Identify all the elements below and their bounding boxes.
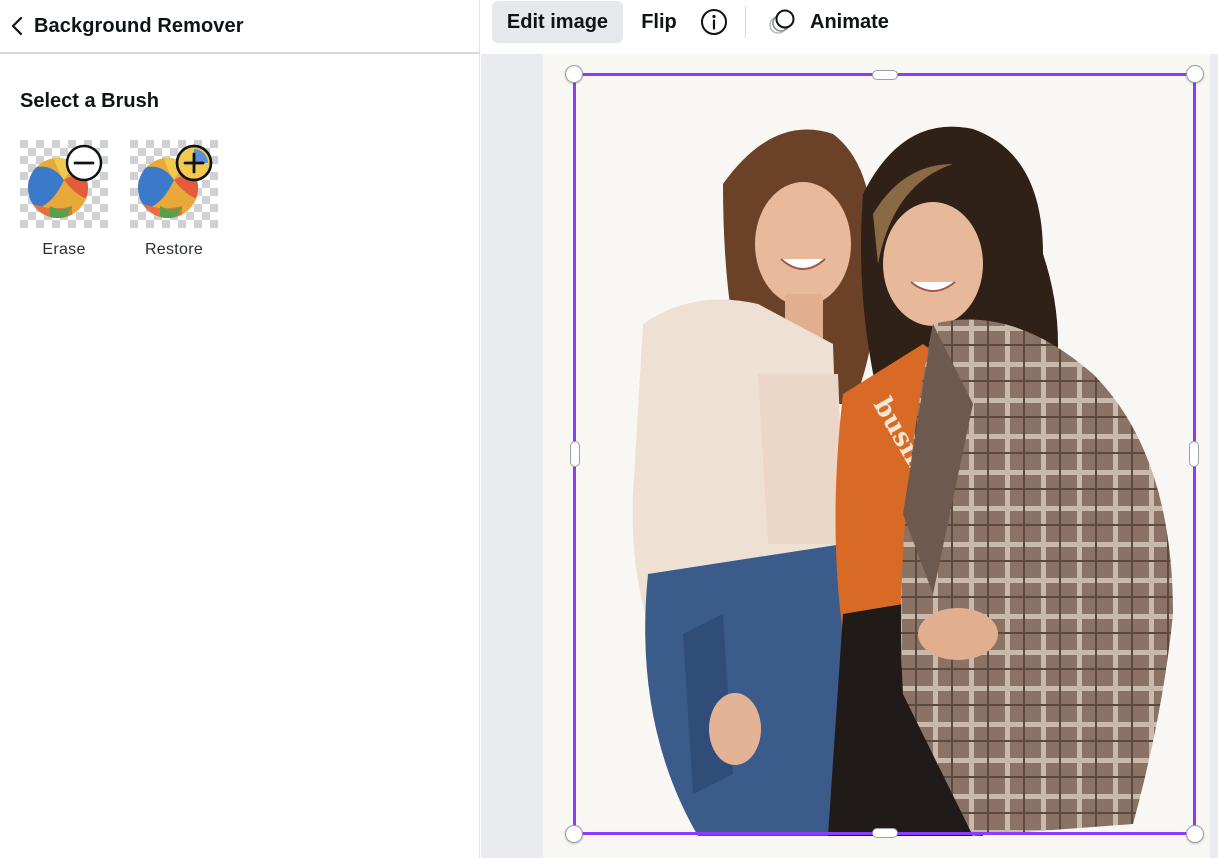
resize-handle-bottom-right[interactable] xyxy=(1186,825,1204,843)
resize-handle-top-left[interactable] xyxy=(565,65,583,83)
restore-brush-icon xyxy=(130,140,218,228)
toolbar-divider xyxy=(745,6,746,38)
animate-button[interactable]: Animate xyxy=(764,1,893,43)
image-toolbar: Edit image Flip Animate xyxy=(481,0,1218,44)
chevron-left-icon xyxy=(11,16,23,36)
panel-header: Background Remover xyxy=(0,0,480,54)
erase-brush-icon xyxy=(20,140,108,228)
flip-button[interactable]: Flip xyxy=(631,1,687,43)
resize-handle-left[interactable] xyxy=(570,441,580,467)
info-icon xyxy=(701,9,727,35)
animate-label: Animate xyxy=(810,10,889,33)
background-remover-panel: Background Remover Select a Brush Erase … xyxy=(0,0,480,858)
edit-image-button[interactable]: Edit image xyxy=(492,1,623,43)
resize-handle-top[interactable] xyxy=(872,70,898,80)
resize-handle-top-right[interactable] xyxy=(1186,65,1204,83)
panel-title: Background Remover xyxy=(34,14,244,37)
resize-handle-right[interactable] xyxy=(1189,441,1199,467)
animate-icon xyxy=(769,9,795,34)
back-button[interactable]: Background Remover xyxy=(0,0,244,52)
canvas-area[interactable]: business xyxy=(481,54,1218,858)
resize-handle-bottom-left[interactable] xyxy=(565,825,583,843)
brush-list: Erase Restore xyxy=(20,140,218,259)
photo-two-women[interactable]: business xyxy=(573,74,1195,836)
info-button[interactable] xyxy=(697,1,731,43)
restore-brush-button[interactable]: Restore xyxy=(130,140,218,259)
erase-brush-button[interactable]: Erase xyxy=(20,140,108,259)
restore-brush-label: Restore xyxy=(144,241,204,258)
erase-brush-label: Erase xyxy=(42,241,86,258)
resize-handle-bottom[interactable] xyxy=(872,828,898,838)
section-title: Select a Brush xyxy=(20,90,159,112)
design-page[interactable]: business xyxy=(543,54,1210,858)
